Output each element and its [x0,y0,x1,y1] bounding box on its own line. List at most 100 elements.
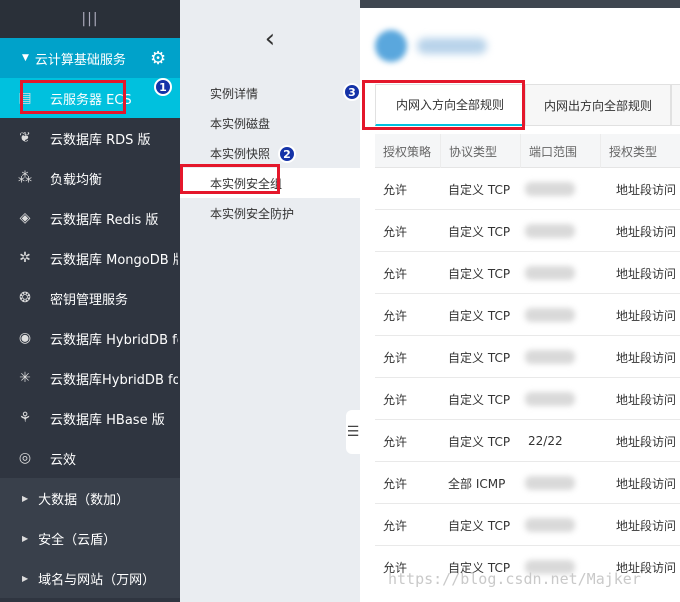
table-row: 允许 自定义 TCP 22/22 地址段访问 [375,420,680,462]
cell-port-redacted [525,182,575,196]
sidebar-group-bigdata[interactable]: ▶ 大数据（数加） [0,478,180,518]
redacted-logo-icon [375,30,407,62]
watermark-text: https://blog.csdn.net/Majker [388,570,641,588]
sidebar-item-redis[interactable]: ◈ 云数据库 Redis 版 [0,198,180,238]
cell-port: 22/22 [528,434,563,448]
cell-policy: 允许 [383,224,408,239]
cell-port-redacted [525,476,575,490]
cell-policy: 允许 [383,518,408,533]
table-row: 允许 自定义 TCP 地址段访问 [375,210,680,252]
table-row: 允许 自定义 TCP 地址段访问 [375,378,680,420]
table-header: 授权策略 协议类型 端口范围 授权类型 [375,134,680,168]
sidebar-item-hybriddb-1[interactable]: ◉ 云数据库 HybridDB fo... [0,318,180,358]
table-row: 允许 自定义 TCP 地址段访问 [375,336,680,378]
grip-icon: ||| [81,11,99,27]
network-icon: ✳ [19,370,31,386]
gear-outline-icon: ✲ [19,250,31,266]
cell-auth-type: 地址段访问 [616,350,677,365]
cell-auth-type: 地址段访问 [616,182,677,197]
column-header-auth-type: 授权类型 [600,134,680,168]
table-row: 允许 自定义 TCP 地址段访问 [375,294,680,336]
cell-auth-type: 地址段访问 [616,224,677,239]
cell-protocol: 自定义 TCP [448,350,511,365]
sidebar-item-mongodb[interactable]: ✲ 云数据库 MongoDB 版 [0,238,180,278]
cell-auth-type: 地址段访问 [616,266,677,281]
cell-auth-type: 地址段访问 [616,476,677,491]
sidebar-item-label: 密钥管理服务 [50,292,129,308]
sidebar-item-yunxiao[interactable]: ◎ 云效 [0,438,180,478]
cell-policy: 允许 [383,392,408,407]
cell-protocol: 自定义 TCP [448,392,511,407]
sidebar-group-label: 大数据（数加） [38,492,130,508]
menu-icon: ☰ [346,424,360,440]
sidebar-item-kms[interactable]: ❂ 密钥管理服务 [0,278,180,318]
eye-icon: ◉ [18,330,32,346]
tab-outbound-rules[interactable]: 内网出方向全部规则 [525,84,671,126]
cell-port-redacted [525,518,575,532]
subnav-item-label: 实例详情 [210,86,259,101]
cell-protocol: 全部 ICMP [448,476,506,491]
eye-icon: ◎ [18,450,32,466]
cell-protocol: 自定义 TCP [448,308,511,323]
back-button[interactable]: ‹ [180,0,360,78]
highlight-box-inbound-tab [362,80,525,130]
chevron-left-icon: ‹ [264,24,276,54]
subnav-item-label: 本实例安全防护 [210,206,295,221]
sidebar-item-label: 云数据库 HBase 版 [50,412,165,428]
tab-more[interactable]: 安 [671,84,680,126]
cell-protocol: 自定义 TCP [448,224,511,239]
cell-auth-type: 地址段访问 [616,308,677,323]
cell-port-redacted [525,350,575,364]
cell-port-redacted [525,392,575,406]
sidebar-item-label: 云效 [50,452,77,468]
subnav-item-label: 本实例快照 [210,146,271,161]
cell-policy: 允许 [383,182,408,197]
sidebar-item-label: 云数据库HybridDB for... [50,372,178,388]
subnav-toggle-button[interactable]: ☰ [346,410,360,454]
sidebar-item-label: 云数据库 RDS 版 [50,132,151,148]
highlight-box-security-group [180,164,280,194]
gear-icon[interactable]: ⚙ [150,48,166,69]
sidebar-item-hbase[interactable]: ⚘ 云数据库 HBase 版 [0,398,180,438]
cell-port-redacted [525,266,575,280]
sidebar-group-security[interactable]: ▶ 安全（云盾） [0,518,180,558]
tree-icon: ⚘ [18,410,32,426]
redacted-name [417,38,487,54]
cell-policy: 允许 [383,308,408,323]
sidebar-group-label: 安全（云盾） [38,532,117,548]
top-bar [360,0,680,8]
cell-protocol: 自定义 TCP [448,182,511,197]
sidebar-item-hybriddb-2[interactable]: ✳ 云数据库HybridDB for... [0,358,180,398]
subnav-item-security-protection[interactable]: 本实例安全防护 [180,198,360,228]
cell-policy: 允许 [383,476,408,491]
sidebar-item-label: 云数据库 HybridDB fo... [50,332,178,348]
subnav-item-instance-details[interactable]: 实例详情 [180,78,360,108]
cell-port-redacted [525,308,575,322]
cell-protocol: 自定义 TCP [448,434,511,449]
sidebar-section-cloud-basic[interactable]: ▼ 云计算基础服务 ⚙ [0,38,180,78]
sidebar-section-label: 云计算基础服务 [34,52,126,68]
cell-policy: 允许 [383,266,408,281]
subnav-item-disks[interactable]: 本实例磁盘 [180,108,360,138]
table-row: 允许 自定义 TCP 地址段访问 [375,168,680,210]
db-icon: ❦ [19,130,31,146]
sidebar-item-slb[interactable]: ⁂ 负载均衡 [0,158,180,198]
sidebar-group-domain[interactable]: ▶ 域名与网站（万网） [0,558,180,598]
cell-auth-type: 地址段访问 [616,434,677,449]
sidebar-item-label: 云数据库 MongoDB 版 [50,252,178,268]
layers-icon: ◈ [19,210,31,226]
column-header-policy: 授权策略 [383,144,432,159]
caret-right-icon: ▶ [22,573,29,583]
key-icon: ❂ [19,290,31,306]
cell-auth-type: 地址段访问 [616,392,677,407]
sidebar-collapse-handle[interactable]: ||| [0,0,180,38]
highlight-box-ecs [20,80,126,114]
sidebar-group-label: 域名与网站（万网） [38,572,156,588]
table-row: 允许 全部 ICMP 地址段访问 [375,462,680,504]
tab-label: 内网出方向全部规则 [543,98,652,113]
sidebar-item-label: 云数据库 Redis 版 [50,212,159,228]
cell-policy: 允许 [383,434,408,449]
instance-title-redacted [375,30,495,62]
step-badge-2: 2 [278,145,296,163]
sidebar-item-rds[interactable]: ❦ 云数据库 RDS 版 [0,118,180,158]
